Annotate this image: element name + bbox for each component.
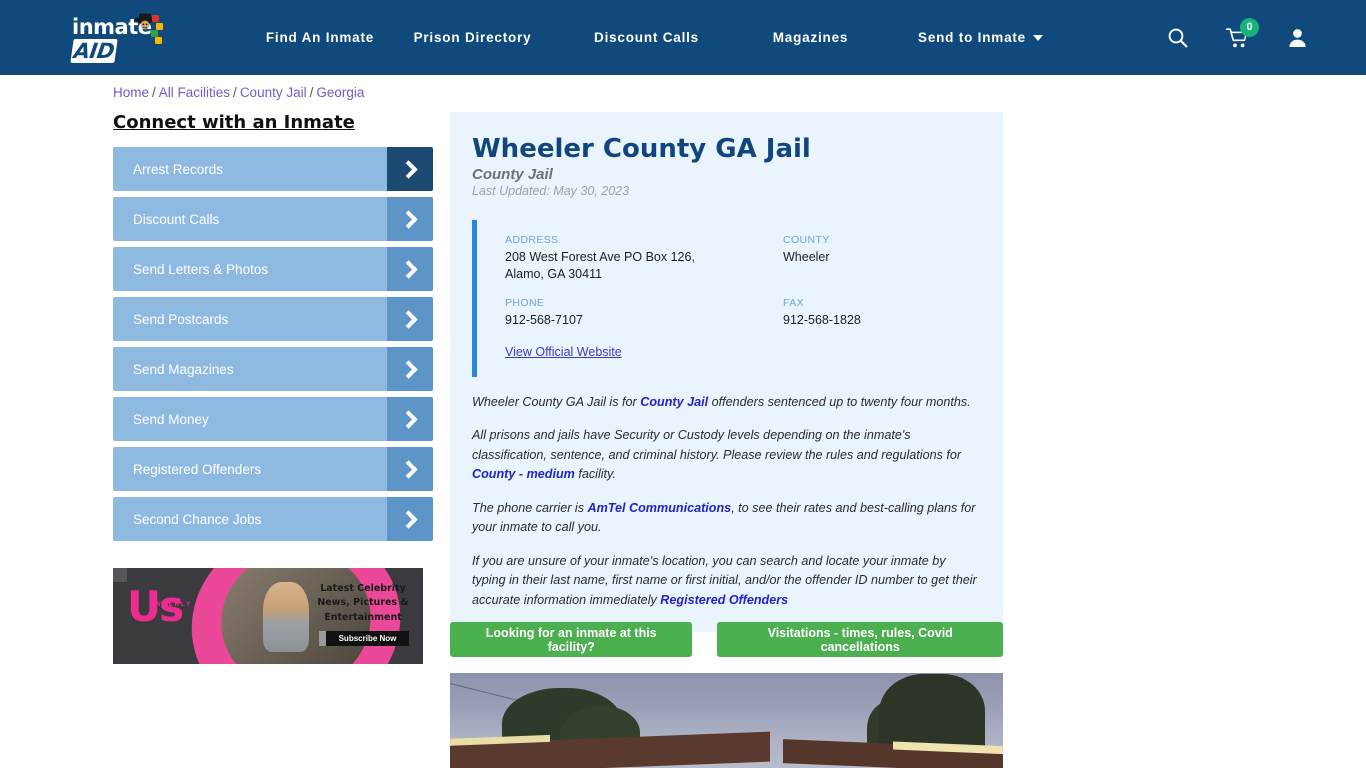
breadcrumb-item-georgia[interactable]: Georgia [316,85,364,100]
nav-slot-2: Discount Calls [565,30,728,45]
chevron-right-icon [387,447,433,491]
county-value: Wheeler [783,250,830,264]
description-link[interactable]: County Jail [640,395,708,409]
chevron-right-icon [387,347,433,391]
description-link[interactable]: Registered Offenders [660,593,788,607]
breadcrumb-separator: / [152,85,156,100]
breadcrumb-item-county-jail[interactable]: County Jail [240,85,307,100]
breadcrumb: Home / All Facilities / County Jail / Georgia [113,85,364,100]
chevron-right-icon [387,147,433,191]
description-paragraph: If you are unsure of your inmate's locat… [472,552,977,611]
sidebar-item-label: Second Chance Jobs [133,511,262,527]
nav-slot-4: Send to Inmate [893,30,1068,45]
ad-corner-block [113,568,127,582]
description-paragraph: All prisons and jails have Security or C… [472,426,977,485]
sidebar-item-label: Arrest Records [133,161,224,177]
sidebar-item-send-magazines[interactable]: Send Magazines [113,347,433,391]
nav-item-prison-directory[interactable]: Prison Directory [414,30,532,45]
nav-item-send-to-inmate[interactable]: Send to Inmate [918,30,1043,45]
cart-icon[interactable]: 0 [1225,17,1259,49]
chevron-right-icon [387,197,433,241]
ad-brand-sub: WEEKLY [155,602,193,608]
description-link[interactable]: County - medium [472,467,575,481]
sidebar-item-send-letters-photos[interactable]: Send Letters & Photos [113,247,433,291]
sidebar-advertisement[interactable]: Us WEEKLY Latest Celebrity News, Picture… [113,568,423,664]
facility-cta-row: Looking for an inmate at this facility? … [450,622,1003,657]
breadcrumb-item-all-facilities[interactable]: All Facilities [159,85,230,100]
address-value: 208 West Forest Ave PO Box 126, Alamo, G… [505,250,695,281]
nav-slot-3: Magazines [728,30,893,45]
description-text: Wheeler County GA Jail is for [472,394,641,409]
fax-label: FAX [783,296,805,309]
sidebar-item-label: Discount Calls [133,211,220,227]
logo-text-accent: AID [70,39,118,63]
chevron-right-icon [387,397,433,441]
info-cell-fax: FAX 912-568-1828 [783,297,981,329]
fax-value: 912-568-1828 [783,312,861,327]
county-label: COUNTY [783,234,830,246]
nav-slot-0: Find An Inmate [260,30,380,45]
page-title: Wheeler County GA Jail [472,134,811,164]
chevron-right-icon [387,497,433,541]
address-label: ADDRESS [505,234,559,246]
site-header: inmateAID Find An Inmate Prison Director… [0,0,1366,75]
nav-item-magazines[interactable]: Magazines [773,30,848,45]
sidebar-title: Connect with an Inmate [113,112,355,133]
header-icon-group: 0 [1167,0,1308,75]
sidebar-item-send-money[interactable]: Send Money [113,397,433,441]
cart-count-badge: 0 [1240,17,1259,37]
sidebar-item-registered-offenders[interactable]: Registered Offenders [113,447,433,491]
sidebar-item-second-chance-jobs[interactable]: Second Chance Jobs [113,497,433,541]
ad-photo-person [263,582,309,652]
user-account-icon[interactable] [1287,27,1308,48]
nav-item-send-to-inmate-label: Send to Inmate [918,30,1026,45]
info-cell-phone: PHONE 912-568-7107 [505,297,783,329]
sidebar-item-label: Send Magazines [133,361,234,377]
breadcrumb-item-home[interactable]: Home [113,85,149,100]
description-text: The phone carrier is [472,500,588,515]
facility-info-grid: ADDRESS 208 West Forest Ave PO Box 126, … [505,234,981,329]
description-paragraph: Wheeler County GA Jail is for County Jai… [472,393,977,413]
main-navigation: Find An Inmate Prison Directory Discount… [260,0,1068,75]
site-logo[interactable]: inmateAID [70,13,192,63]
chevron-right-icon [387,297,433,341]
sidebar-item-label: Send Money [133,411,209,427]
sidebar-item-label: Send Letters & Photos [133,261,269,277]
sidebar-item-label: Send Postcards [133,311,229,327]
sidebar-item-send-postcards[interactable]: Send Postcards [113,297,433,341]
ad-copy-text: Latest Celebrity News, Pictures & Entert… [317,583,409,623]
info-cell-county: COUNTY Wheeler [783,234,981,283]
chevron-down-icon [1032,35,1043,42]
nav-item-discount-calls[interactable]: Discount Calls [594,30,699,45]
description-link[interactable]: AmTel Communications [588,501,732,515]
facility-description: Wheeler County GA Jail is for County Jai… [450,377,1003,633]
breadcrumb-separator: / [309,85,314,100]
facility-type: County Jail [472,166,553,183]
description-text: offenders sentenced up to twenty four mo… [708,394,971,409]
sidebar-item-discount-calls[interactable]: Discount Calls [113,197,433,241]
phone-value: 912-568-7107 [505,312,583,327]
facility-main-panel: Wheeler County GA Jail County Jail Last … [450,112,1003,633]
description-text: All prisons and jails have Security or C… [472,428,962,462]
breadcrumb-separator: / [233,85,237,100]
search-icon[interactable] [1167,27,1188,48]
sidebar-item-arrest-records[interactable]: Arrest Records [113,147,433,191]
logo-character-icon [134,13,163,44]
description-text: facility. [574,467,616,482]
phone-label: PHONE [505,296,545,309]
facility-exterior-photo[interactable] [450,673,1003,768]
nav-slot-1: Prison Directory [380,30,565,45]
visitations-info-button[interactable]: Visitations - times, rules, Covid cancel… [717,622,1003,657]
facility-info-box: ADDRESS 208 West Forest Ave PO Box 126, … [472,220,981,377]
description-paragraph: The phone carrier is AmTel Communication… [472,499,977,538]
nav-item-find-an-inmate[interactable]: Find An Inmate [266,30,374,45]
chevron-right-icon [387,247,433,291]
info-cell-address: ADDRESS 208 West Forest Ave PO Box 126, … [505,234,783,283]
sidebar-item-label: Registered Offenders [133,461,262,477]
facility-last-updated: Last Updated: May 30, 2023 [472,184,630,198]
looking-for-inmate-button[interactable]: Looking for an inmate at this facility? [450,622,693,657]
sidebar: Connect with an Inmate Arrest Records Di… [113,112,433,547]
ad-subscribe-button[interactable]: Subscribe Now [319,631,409,646]
view-official-website-link[interactable]: View Official Website [505,345,622,359]
